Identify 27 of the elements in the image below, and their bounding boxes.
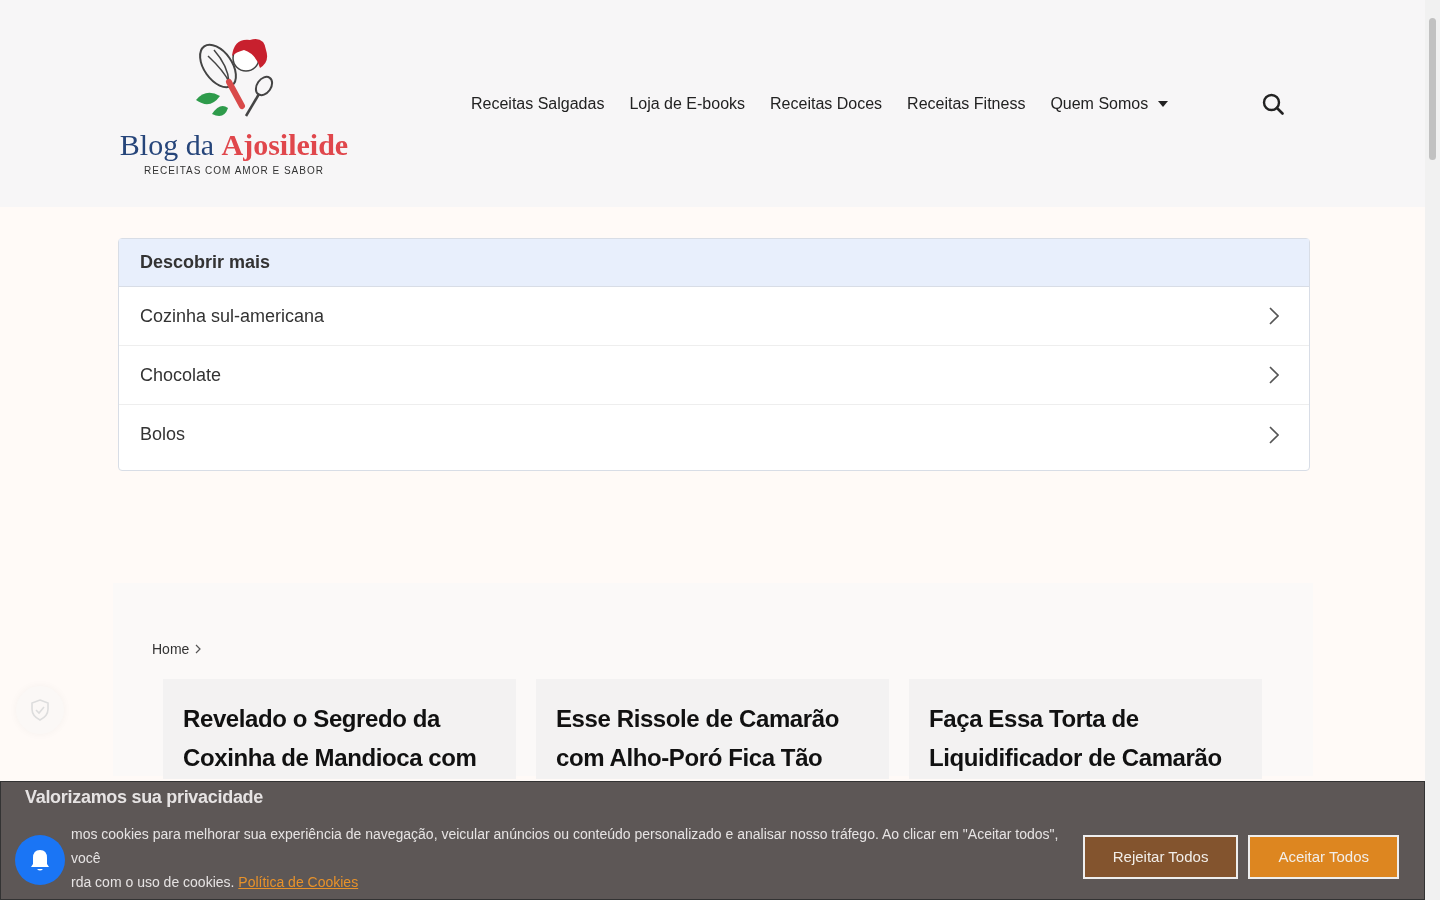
- logo-text: Ajosileide: [221, 127, 349, 161]
- chevron-icon: [195, 644, 202, 654]
- logo-text: Blog da: [119, 127, 214, 161]
- chevron-icon: [1269, 366, 1279, 384]
- post-card[interactable]: Faça Essa Torta de Liquidificador de Camarão: [909, 679, 1262, 779]
- nav-link[interactable]: Quem Somos: [1050, 94, 1169, 113]
- shield-icon: [30, 699, 50, 721]
- bell-icon: [29, 848, 51, 872]
- scrollbar[interactable]: [1425, 0, 1440, 900]
- nav-link[interactable]: Receitas Salgadas: [471, 94, 605, 113]
- banner-title: Valorizamos sua privacidade: [25, 787, 264, 808]
- chevron-icon: [1269, 425, 1279, 444]
- breadcrumb-link[interactable]: Home: [152, 641, 190, 657]
- nav-link[interactable]: Receitas Doces: [770, 94, 883, 113]
- search-icon[interactable]: [1262, 92, 1285, 115]
- panel-heading: Descobrir mais: [119, 239, 1309, 287]
- post-card[interactable]: Revelado o Segredo da Coxinha de Mandioca com: [163, 679, 516, 779]
- caret-icon: [1158, 100, 1169, 107]
- nav-link[interactable]: Loja de E-books: [629, 94, 746, 113]
- post-title[interactable]: Revelado o Segredo da Coxinha de Mandioca com: [183, 699, 496, 777]
- logo-tagline: RECEITAS COM AMOR E SABOR: [144, 164, 324, 176]
- nav-link[interactable]: Receitas Fitness: [907, 94, 1026, 113]
- post-title[interactable]: Esse Rissole de Camarão com Alho-Poró Fica Tão: [556, 699, 869, 777]
- reject-button[interactable]: Rejeitar Todos: [1082, 834, 1239, 879]
- post-title[interactable]: Faça Essa Torta de Liquidificador de Camarão: [929, 699, 1242, 777]
- chevron-icon: [1269, 307, 1279, 325]
- post-card[interactable]: Esse Rissole de Camarão com Alho-Poró Fica Tão: [536, 679, 889, 779]
